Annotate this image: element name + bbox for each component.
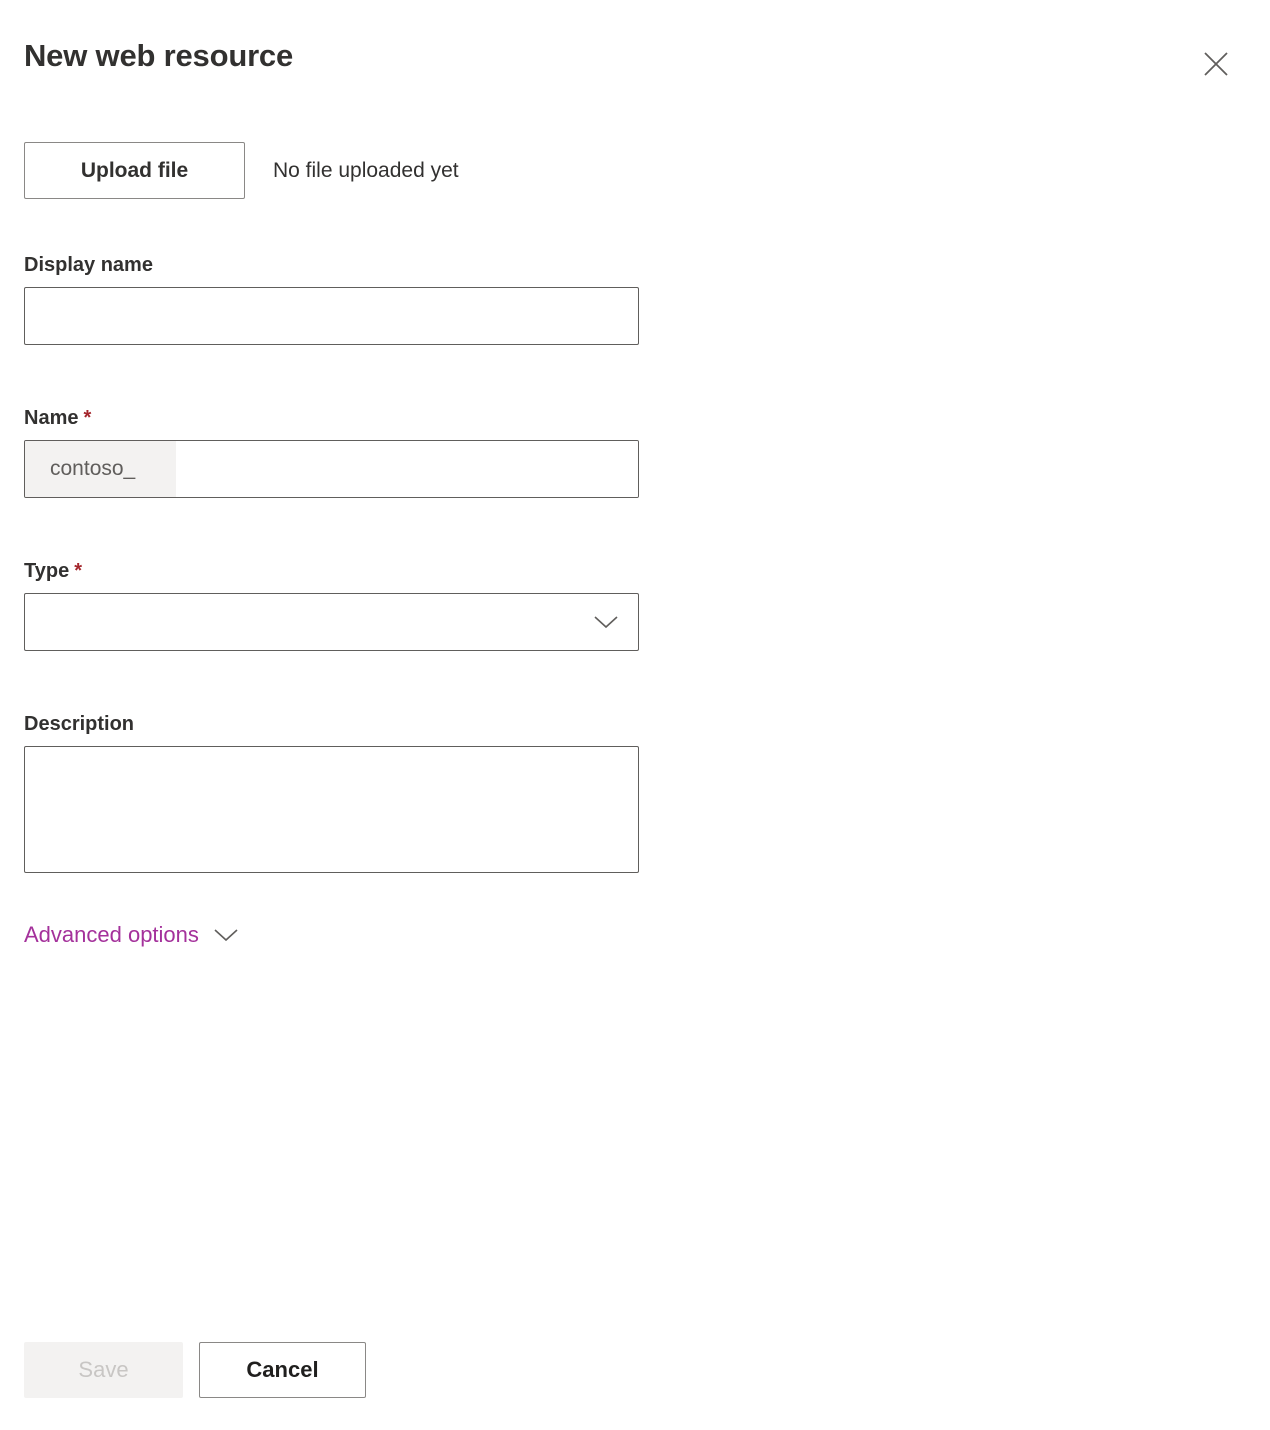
display-name-label: Display name [24,254,153,276]
close-button[interactable] [1190,40,1242,88]
description-label: Description [24,713,135,735]
description-textarea[interactable] [24,746,639,873]
name-input[interactable] [176,441,638,497]
upload-status-text: No file uploaded yet [273,158,459,182]
name-required-asterisk: * [83,407,92,429]
cancel-button[interactable]: Cancel [199,1342,366,1398]
name-prefix-label: contoso_ [25,441,176,497]
description-field-group: Description [24,711,639,878]
advanced-options-toggle[interactable]: Advanced options [24,922,239,948]
chevron-down-icon [213,928,239,943]
type-required-asterisk: * [74,560,82,582]
type-field-group: Type * [24,558,639,651]
display-name-input[interactable] [24,287,639,345]
upload-file-row: Upload file No file uploaded yet [24,142,459,199]
upload-file-button[interactable]: Upload file [24,142,245,199]
page-title: New web resource [24,38,294,73]
type-dropdown[interactable] [24,593,639,651]
type-label: Type * [24,558,639,584]
dialog-footer: Save Cancel [24,1342,366,1398]
display-name-field-group: Display name [24,252,639,345]
chevron-down-icon [592,614,620,630]
close-icon [1201,49,1231,79]
advanced-options-label: Advanced options [24,922,199,947]
dialog-header: New web resource [0,0,1270,120]
name-label: Name * [24,405,639,431]
type-label-text: Type [24,560,70,582]
save-button[interactable]: Save [24,1342,183,1398]
name-label-text: Name [24,407,79,429]
name-field-group: Name * contoso_ [24,405,639,498]
name-input-wrapper: contoso_ [24,440,639,498]
